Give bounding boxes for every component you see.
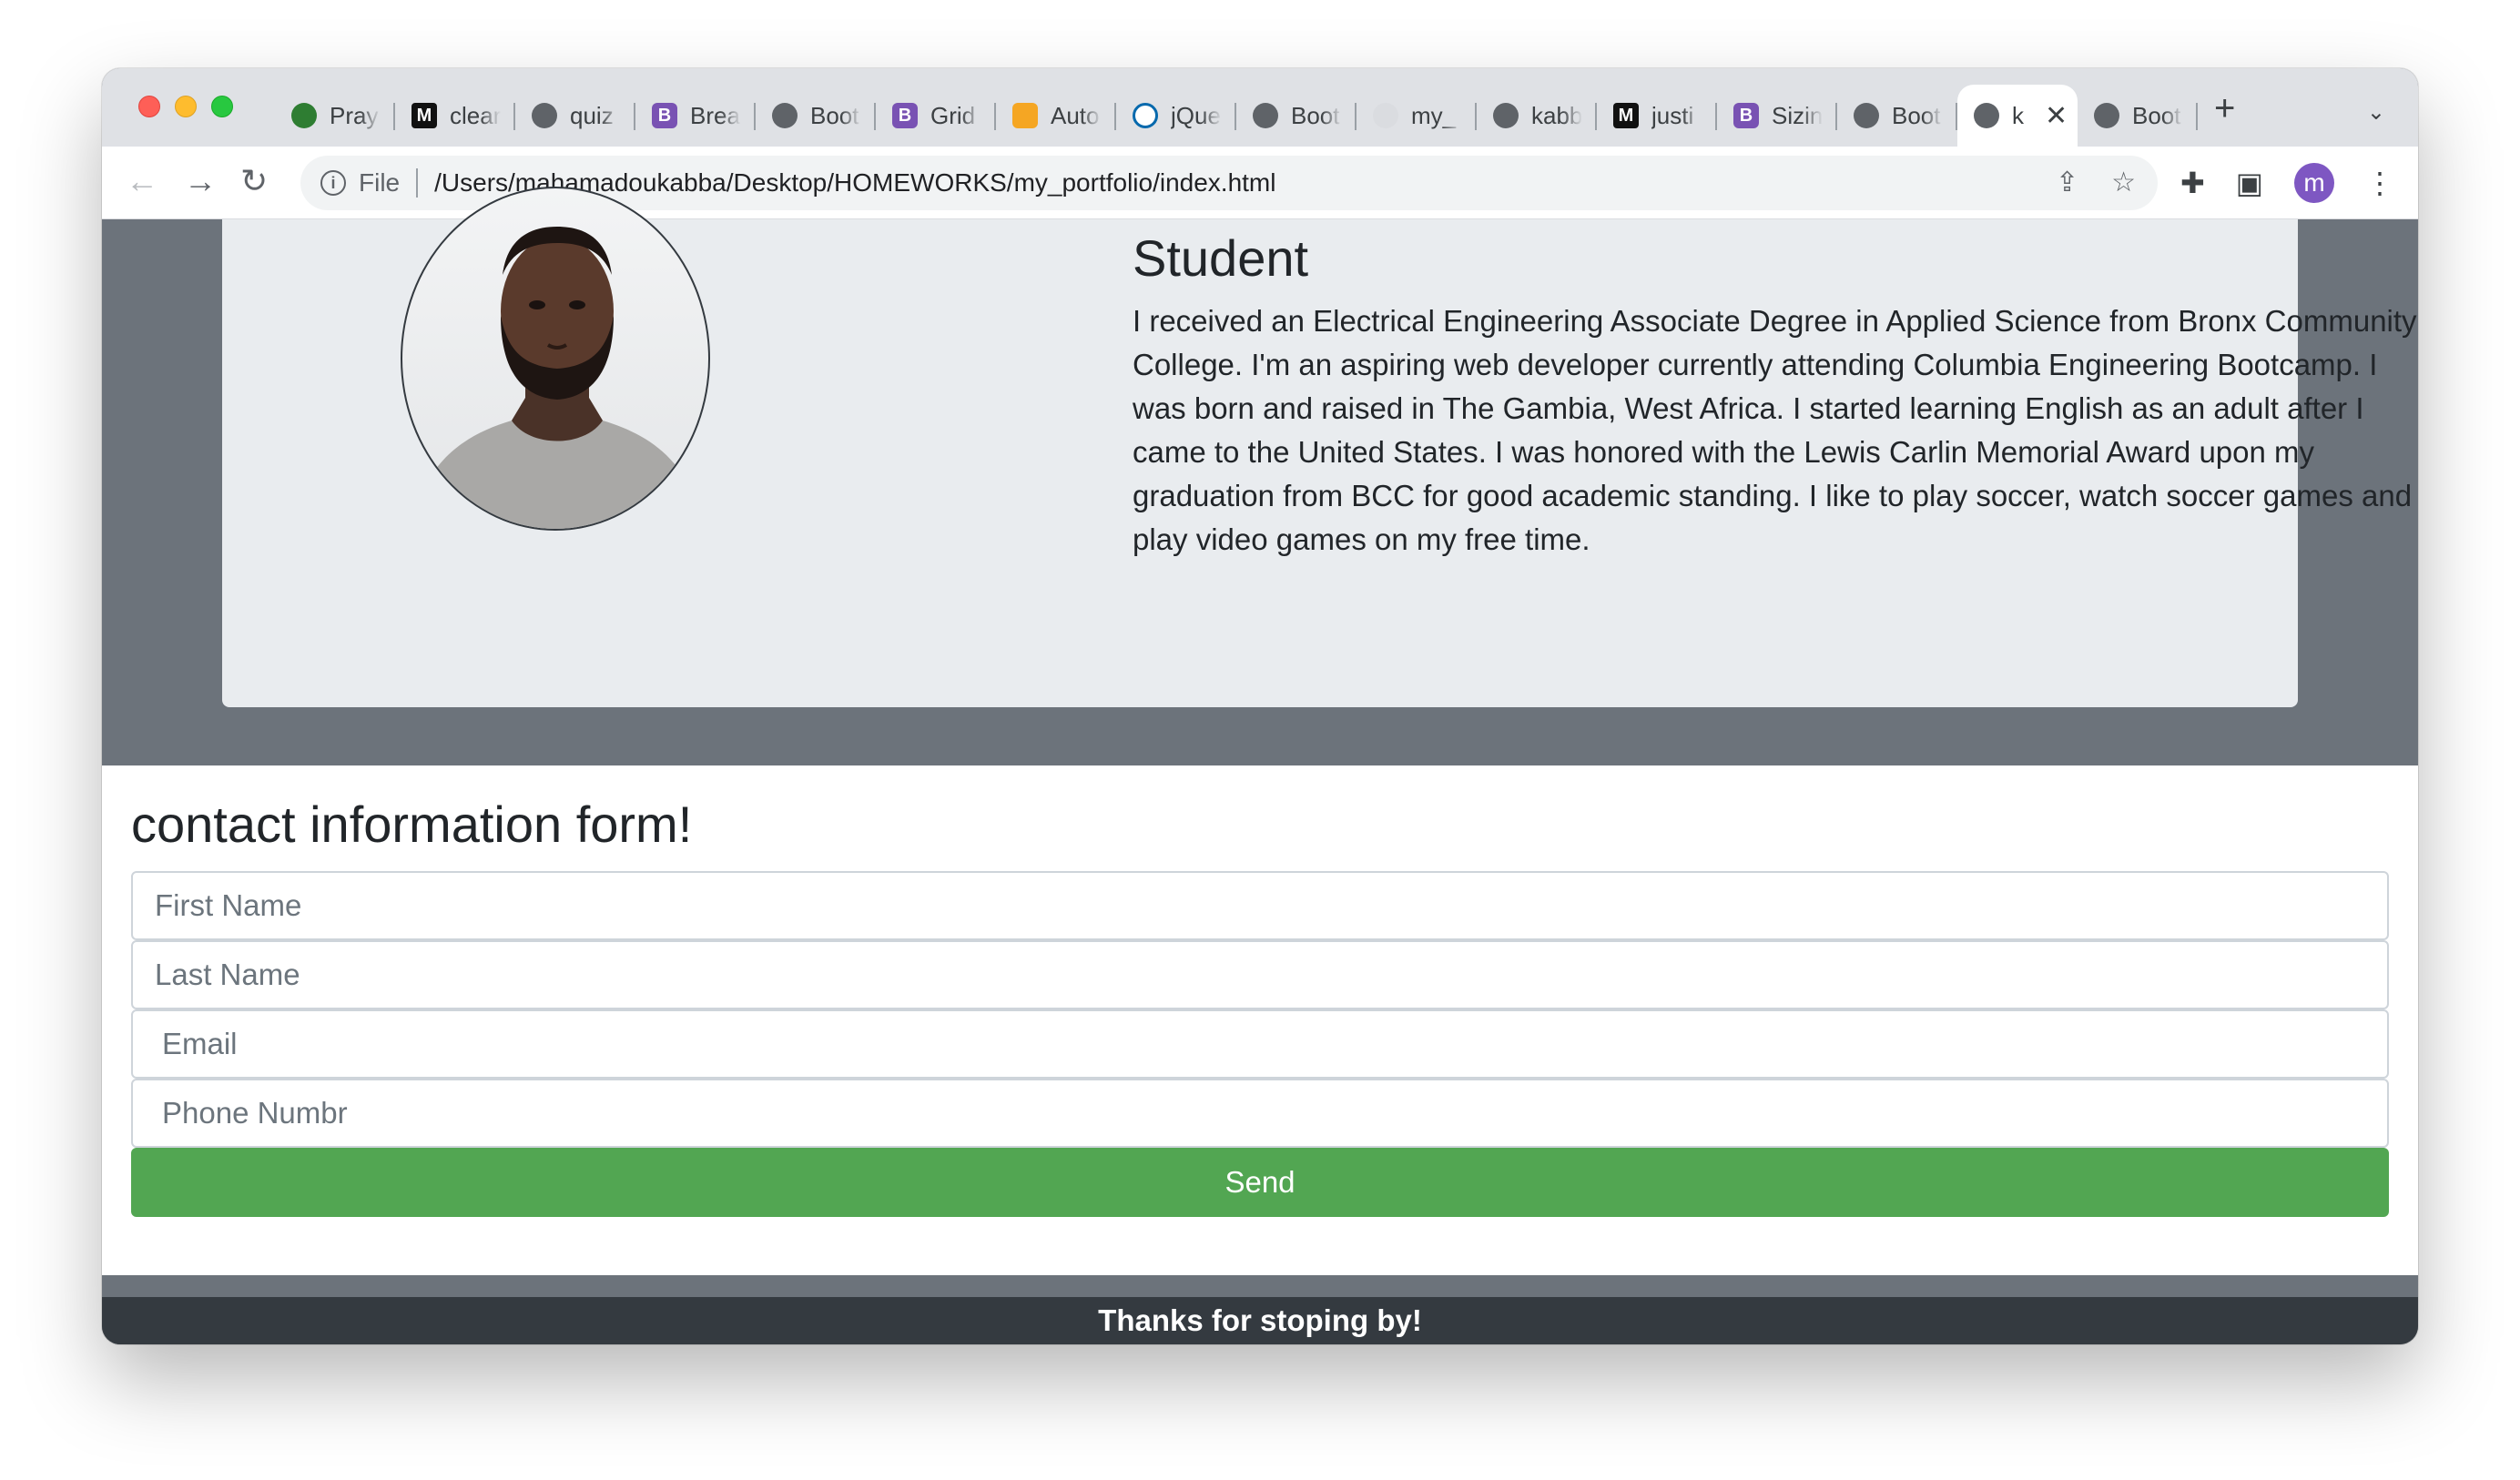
tab-label: Grid <box>930 101 976 129</box>
about-paragraph: I received an Electrical Engineering Ass… <box>1133 304 2417 556</box>
kebab-menu-icon[interactable]: ⋮ <box>2365 166 2394 200</box>
tab-label: k <box>2012 101 2024 129</box>
tab-label: Sizin <box>1772 101 1823 129</box>
tab-sizin[interactable]: B Sizin <box>1717 85 1837 147</box>
chevron-down-icon[interactable]: ⌄ <box>2367 99 2385 126</box>
globe-icon <box>532 103 557 128</box>
tab-label: Pray <box>330 101 379 129</box>
m-logo-icon: M <box>412 103 437 128</box>
zoom-window-button[interactable] <box>211 96 233 117</box>
tab-justi[interactable]: M justi <box>1597 85 1717 147</box>
new-tab-icon[interactable]: + <box>2214 90 2235 127</box>
tab-kabb[interactable]: kabb <box>1477 85 1597 147</box>
send-button[interactable]: Send <box>131 1148 2389 1217</box>
github-icon <box>1373 103 1398 128</box>
phone-number-input[interactable] <box>131 1079 2389 1148</box>
tab-clear[interactable]: M clear <box>395 85 515 147</box>
tab-grid[interactable]: B Grid <box>876 85 996 147</box>
tab-boot-1[interactable]: Boot <box>756 85 876 147</box>
bootstrap-icon: B <box>892 103 918 128</box>
first-name-input[interactable] <box>131 871 2389 940</box>
scheme-label: File <box>359 168 401 197</box>
tab-label: Auto <box>1051 101 1100 129</box>
side-panel-icon[interactable]: ▣ <box>2236 166 2263 200</box>
tab-auto[interactable]: Auto <box>996 85 1116 147</box>
browser-window: Pray M clear quiz B Brea Boot B Grid Aut… <box>102 68 2418 1344</box>
tab-boot-2[interactable]: Boot <box>1236 85 1357 147</box>
tab-label: Boot <box>810 101 859 129</box>
portrait-illustration <box>412 227 703 529</box>
globe-icon <box>1854 103 1879 128</box>
jquery-icon <box>1133 103 1158 128</box>
about-heading: Student <box>1133 229 1309 287</box>
toolbar-actions: ✚ ▣ m ⋮ <box>2180 163 2394 203</box>
address-divider <box>416 168 419 198</box>
globe-icon <box>772 103 798 128</box>
tab-my[interactable]: my_ <box>1357 85 1477 147</box>
minimize-window-button[interactable] <box>175 96 197 117</box>
m-logo-icon: M <box>1613 103 1639 128</box>
back-arrow-icon[interactable]: ← <box>126 163 158 199</box>
tab-label: Boot <box>1291 101 1340 129</box>
globe-icon <box>1253 103 1278 128</box>
bootstrap-icon: B <box>652 103 677 128</box>
address-actions: ⇪ ☆ <box>2056 167 2136 198</box>
contact-form-section: contact information form! Send <box>102 765 2418 1275</box>
email-input[interactable] <box>131 1009 2389 1079</box>
tab-boot-4[interactable]: Boot <box>2078 85 2198 147</box>
last-name-input[interactable] <box>131 940 2389 1009</box>
page-viewport[interactable]: Student I received an Electrical Enginee… <box>102 187 2418 1344</box>
tab-label: kabb <box>1531 101 1582 129</box>
tab-jquery[interactable]: jQue <box>1116 85 1236 147</box>
globe-icon <box>1974 103 1999 128</box>
extensions-puzzle-icon[interactable]: ✚ <box>2180 166 2205 200</box>
profile-photo <box>401 187 710 531</box>
footer-text: Thanks for stoping by! <box>1098 1303 1422 1337</box>
tab-list: Pray M clear quiz B Brea Boot B Grid Aut… <box>275 85 2198 147</box>
tab-label: clear <box>450 101 501 129</box>
tab-strip: Pray M clear quiz B Brea Boot B Grid Aut… <box>102 68 2418 147</box>
about-card: Student I received an Electrical Enginee… <box>222 187 2417 707</box>
tab-brea[interactable]: B Brea <box>635 85 756 147</box>
profile-avatar[interactable]: m <box>2294 163 2334 203</box>
close-tab-icon[interactable]: ✕ <box>2045 100 2068 132</box>
contact-form-heading: contact information form! <box>131 796 693 853</box>
tab-label: my_ <box>1411 101 1457 129</box>
info-icon[interactable]: i <box>320 170 346 196</box>
tab-quiz[interactable]: quiz <box>515 85 635 147</box>
tab-pray[interactable]: Pray <box>275 85 395 147</box>
bootstrap-icon: B <box>1733 103 1759 128</box>
close-window-button[interactable] <box>138 96 160 117</box>
tab-boot-3[interactable]: Boot <box>1837 85 1957 147</box>
bookmark-star-icon[interactable]: ☆ <box>2111 167 2136 198</box>
tab-label: jQue <box>1171 101 1221 129</box>
shield-icon <box>1012 103 1038 128</box>
tab-active-k[interactable]: k ✕ <box>1957 85 2078 147</box>
tab-label: quiz <box>570 101 614 129</box>
share-icon[interactable]: ⇪ <box>2056 167 2078 198</box>
reload-icon[interactable]: ↻ <box>240 163 268 199</box>
globe-icon <box>1493 103 1519 128</box>
forward-arrow-icon[interactable]: → <box>184 163 217 199</box>
tab-label: Boot <box>1892 101 1941 129</box>
tab-label: Boot <box>2132 101 2181 129</box>
page-footer: Thanks for stoping by! <box>102 1297 2418 1344</box>
pray-app-icon <box>291 103 317 128</box>
browser-toolbar: ← → ↻ i File /Users/mahamadoukabba/Deskt… <box>102 147 2418 219</box>
tab-label: Brea <box>690 101 740 129</box>
globe-icon <box>2094 103 2119 128</box>
tab-label: justi <box>1651 101 1694 129</box>
